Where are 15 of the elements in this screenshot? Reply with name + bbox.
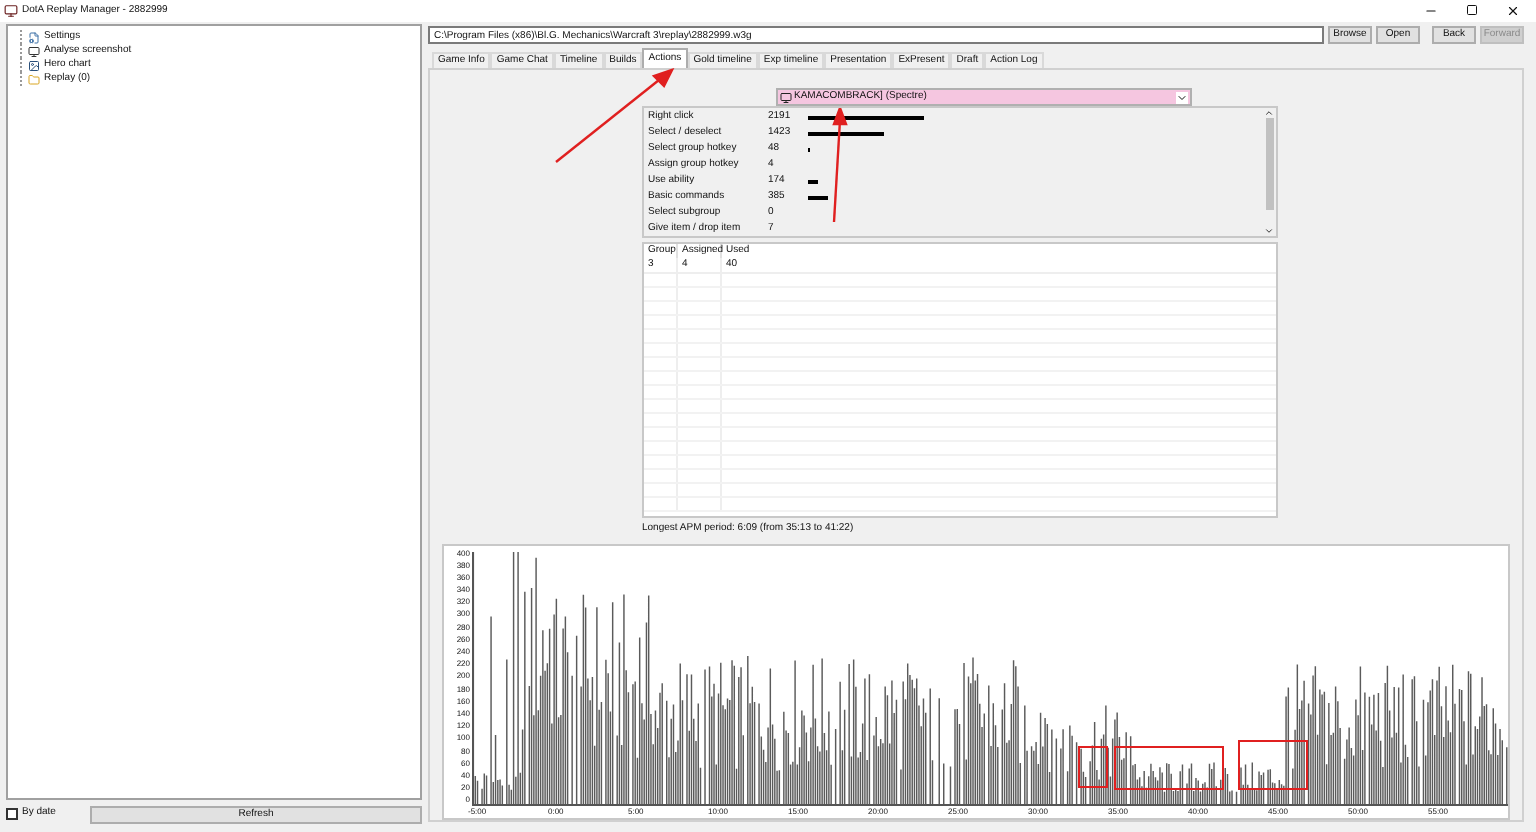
- annotation-arrow: [828, 108, 848, 224]
- dropdown-caret-icon: [1176, 91, 1188, 103]
- maximize-icon[interactable]: [1466, 4, 1478, 16]
- scroll-down-icon[interactable]: [1264, 226, 1274, 236]
- scroll-up-icon[interactable]: [1264, 108, 1274, 118]
- by-date-checkbox[interactable]: [6, 808, 18, 820]
- app-icon: [4, 4, 18, 18]
- annotation-box: [1238, 739, 1308, 789]
- player-icon: [780, 91, 792, 103]
- scrollbar[interactable]: [1262, 108, 1276, 236]
- annotation-box: [1114, 745, 1224, 789]
- close-icon[interactable]: [1506, 4, 1520, 18]
- annotation-box: [1078, 745, 1108, 787]
- minimize-icon[interactable]: [1424, 4, 1438, 18]
- annotation-arrow: [552, 66, 676, 166]
